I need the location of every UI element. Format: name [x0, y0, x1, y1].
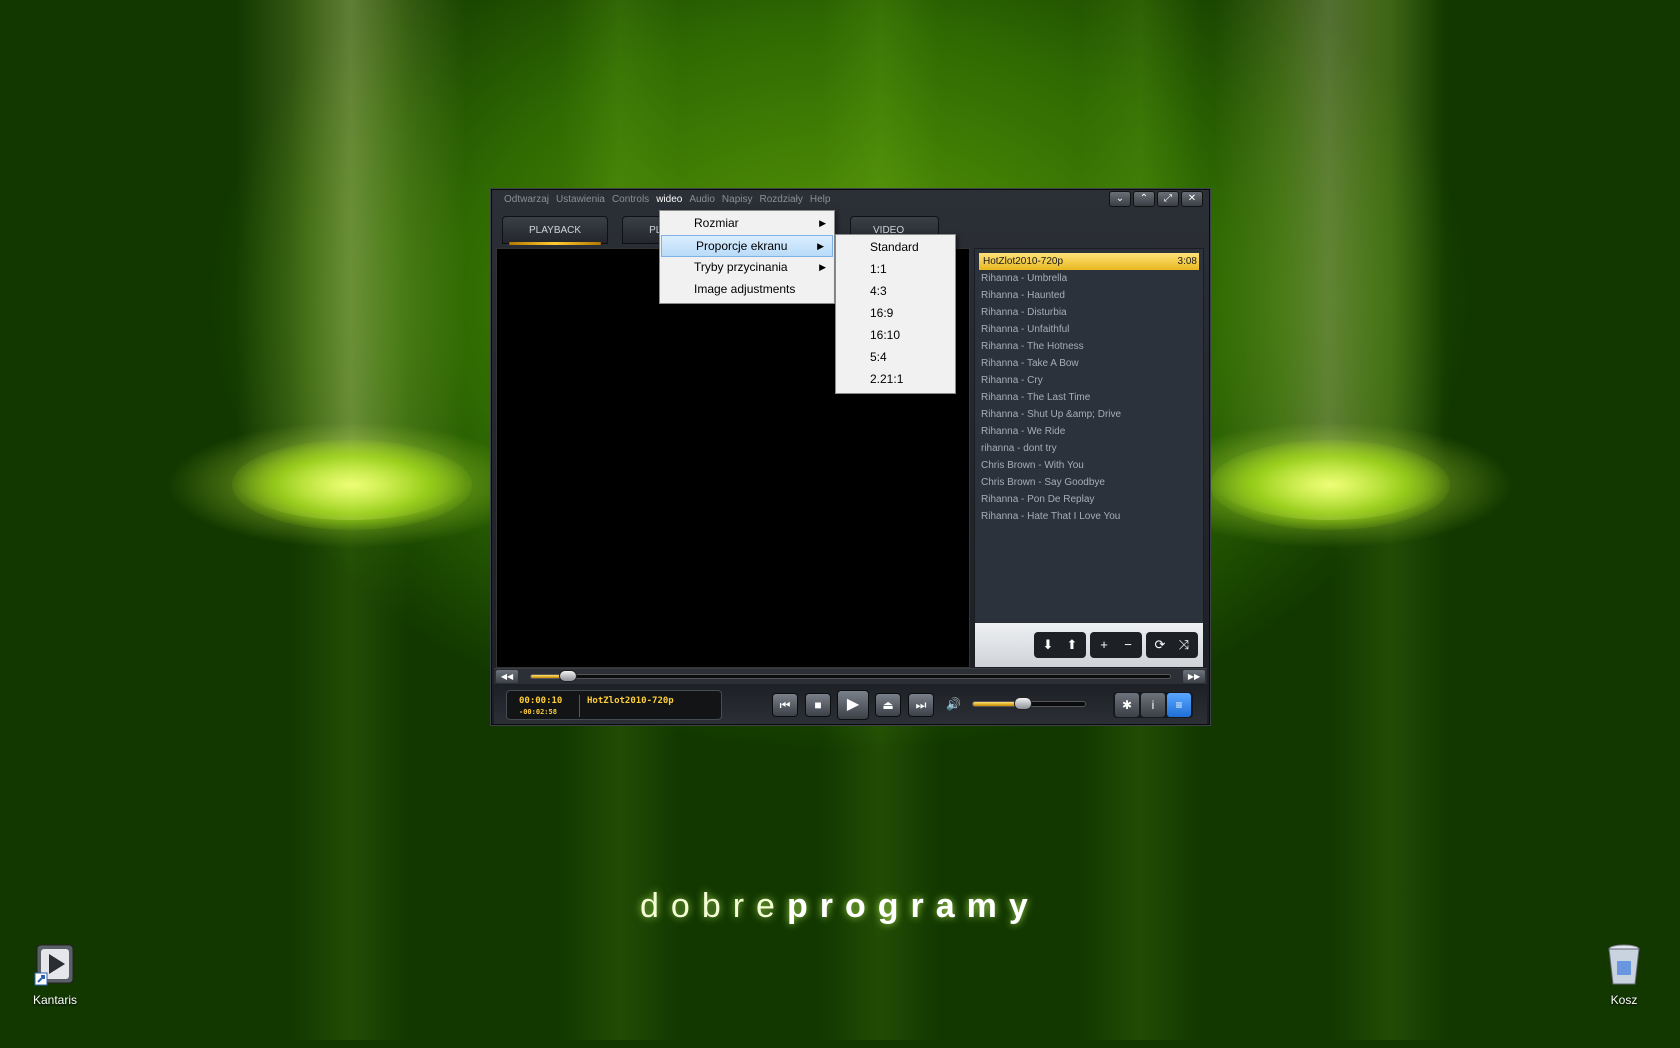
desktop-shortcut-kantaris[interactable]: Kantaris: [10, 943, 100, 1007]
resize-button[interactable]: ⤢: [1157, 191, 1179, 207]
seek-handle[interactable]: [558, 670, 577, 682]
aspect-ratio-submenu: Standard 1:1 4:3 16:9 16:10 5:4 2.21:1: [835, 234, 956, 394]
playlist-item[interactable]: rihanna - dont try: [975, 440, 1203, 457]
settings-gear-icon[interactable]: ✱: [1115, 693, 1139, 717]
menu-odtwarzaj[interactable]: Odtwarzaj: [504, 194, 549, 210]
eject-button[interactable]: ⏏: [875, 693, 901, 717]
playlist-item[interactable]: Rihanna - Shut Up &amp; Drive: [975, 406, 1203, 423]
move-down-icon[interactable]: ⬇: [1036, 634, 1060, 656]
background-glow: [232, 440, 472, 530]
forward-button[interactable]: ▶▶: [1183, 670, 1205, 683]
playlist-item[interactable]: Chris Brown - Say Goodbye: [975, 474, 1203, 491]
playlist-item[interactable]: Rihanna - Haunted: [975, 287, 1203, 304]
playlist-mode-group: ⟳ ⤨: [1146, 632, 1198, 658]
volume-slider[interactable]: [972, 697, 1086, 710]
player-menubar: Odtwarzaj Ustawienia Controls wideo Audi…: [504, 194, 830, 210]
aspect-16-10[interactable]: 16:10: [836, 325, 955, 347]
aspect-2-21-1[interactable]: 2.21:1: [836, 369, 955, 391]
playlist-item[interactable]: Rihanna - We Ride: [975, 423, 1203, 440]
playlist-item[interactable]: Rihanna - Umbrella: [975, 270, 1203, 287]
volume-icon[interactable]: 🔊: [946, 697, 961, 711]
seek-bar: ◀◀ ▶▶: [494, 668, 1207, 684]
menu-item-image-adjustments[interactable]: Image adjustments: [660, 279, 834, 301]
menu-item-proporcje-ekranu[interactable]: Proporcje ekranu ▶: [661, 235, 833, 257]
menu-controls[interactable]: Controls: [612, 194, 649, 210]
menu-wideo[interactable]: wideo: [656, 194, 682, 210]
stop-button[interactable]: ■: [805, 693, 831, 717]
submenu-arrow-icon: ▶: [819, 218, 826, 228]
remove-item-icon[interactable]: −: [1116, 634, 1140, 656]
play-button[interactable]: ▶: [837, 690, 869, 720]
playlist-item-selected[interactable]: HotZlot2010-720p 3:08: [979, 253, 1199, 270]
playlist-item-duration: 3:08: [1177, 256, 1197, 267]
tab-playback[interactable]: PLAYBACK: [502, 216, 609, 245]
control-bar: 00:00:10 -00:02:58 HotZlot2010-720p ⏮ ■ …: [494, 685, 1207, 724]
playlist-item[interactable]: Rihanna - Take A Bow: [975, 355, 1203, 372]
seek-track[interactable]: [530, 670, 1171, 682]
volume-handle[interactable]: [1014, 697, 1033, 710]
menu-help[interactable]: Help: [810, 194, 831, 210]
menu-item-tryby-przycinania[interactable]: Tryby przycinania ▶: [660, 257, 834, 279]
elapsed-time: 00:00:10: [519, 696, 563, 706]
menu-ustawienia[interactable]: Ustawienia: [556, 194, 605, 210]
playlist-item[interactable]: Rihanna - Cry: [975, 372, 1203, 389]
menu-item-rozmiar[interactable]: Rozmiar ▶: [660, 213, 834, 235]
desktop-recycle-bin[interactable]: Kosz: [1579, 943, 1669, 1007]
playlist-panel: HotZlot2010-720p 3:08 Rihanna - Umbrella…: [974, 248, 1204, 668]
playlist-item[interactable]: Rihanna - Disturbia: [975, 304, 1203, 321]
remaining-time: -00:02:58: [519, 708, 557, 716]
info-icon[interactable]: i: [1141, 693, 1165, 717]
playlist-item[interactable]: Rihanna - The Last Time: [975, 389, 1203, 406]
playlist-item-title: HotZlot2010-720p: [983, 256, 1064, 267]
aspect-5-4[interactable]: 5:4: [836, 347, 955, 369]
rewind-button[interactable]: ◀◀: [496, 670, 518, 683]
previous-button[interactable]: ⏮: [772, 693, 798, 717]
submenu-arrow-icon: ▶: [819, 262, 826, 272]
menu-rozdzialy[interactable]: Rozdziały: [759, 194, 802, 210]
background-glow: [1210, 440, 1450, 530]
playlist-move-group: ⬇ ⬆: [1034, 632, 1086, 658]
time-display: 00:00:10 -00:02:58 HotZlot2010-720p: [506, 690, 722, 720]
close-button[interactable]: ✕: [1181, 191, 1203, 207]
move-up-icon[interactable]: ⬆: [1060, 634, 1084, 656]
shuffle-icon[interactable]: ⤨: [1172, 634, 1196, 656]
menu-audio[interactable]: Audio: [689, 194, 715, 210]
aspect-4-3[interactable]: 4:3: [836, 281, 955, 303]
desktop-shortcut-label: Kantaris: [32, 993, 78, 1007]
playlist-item[interactable]: Rihanna - The Hotness: [975, 338, 1203, 355]
brand-wallpaper-text: dobreprogramy: [640, 887, 1040, 925]
restore-button[interactable]: ⌃: [1133, 191, 1155, 207]
minimize-button[interactable]: ⌄: [1109, 191, 1131, 207]
playlist-toggle-icon[interactable]: ≡: [1167, 693, 1191, 717]
playlist-item[interactable]: Rihanna - Unfaithful: [975, 321, 1203, 338]
menu-napisy[interactable]: Napisy: [722, 194, 753, 210]
next-button[interactable]: ⏭: [908, 693, 934, 717]
add-item-icon[interactable]: +: [1092, 634, 1116, 656]
submenu-arrow-icon: ▶: [817, 241, 824, 251]
aspect-standard[interactable]: Standard: [836, 237, 955, 259]
recycle-bin-icon: [1602, 943, 1646, 987]
playlist-toolbar: ⬇ ⬆ + − ⟳ ⤨: [975, 623, 1203, 667]
window-controls: ⌄ ⌃ ⤢ ✕: [1109, 191, 1203, 207]
playlist-item[interactable]: Rihanna - Hate That I Love You: [975, 508, 1203, 525]
now-playing-title: HotZlot2010-720p: [587, 696, 674, 706]
playlist-item[interactable]: Chris Brown - With You: [975, 457, 1203, 474]
view-buttons: ✱ i ≡: [1113, 692, 1193, 718]
playlist-edit-group: + −: [1090, 632, 1142, 658]
aspect-1-1[interactable]: 1:1: [836, 259, 955, 281]
desktop-recycle-bin-label: Kosz: [1610, 993, 1638, 1007]
repeat-icon[interactable]: ⟳: [1148, 634, 1172, 656]
wideo-dropdown-menu: Rozmiar ▶ Proporcje ekranu ▶ Tryby przycin…: [659, 210, 835, 304]
lcd-separator: [579, 695, 580, 717]
aspect-16-9[interactable]: 16:9: [836, 303, 955, 325]
kantaris-shortcut-icon: [33, 943, 77, 987]
playlist-item[interactable]: Rihanna - Pon De Replay: [975, 491, 1203, 508]
